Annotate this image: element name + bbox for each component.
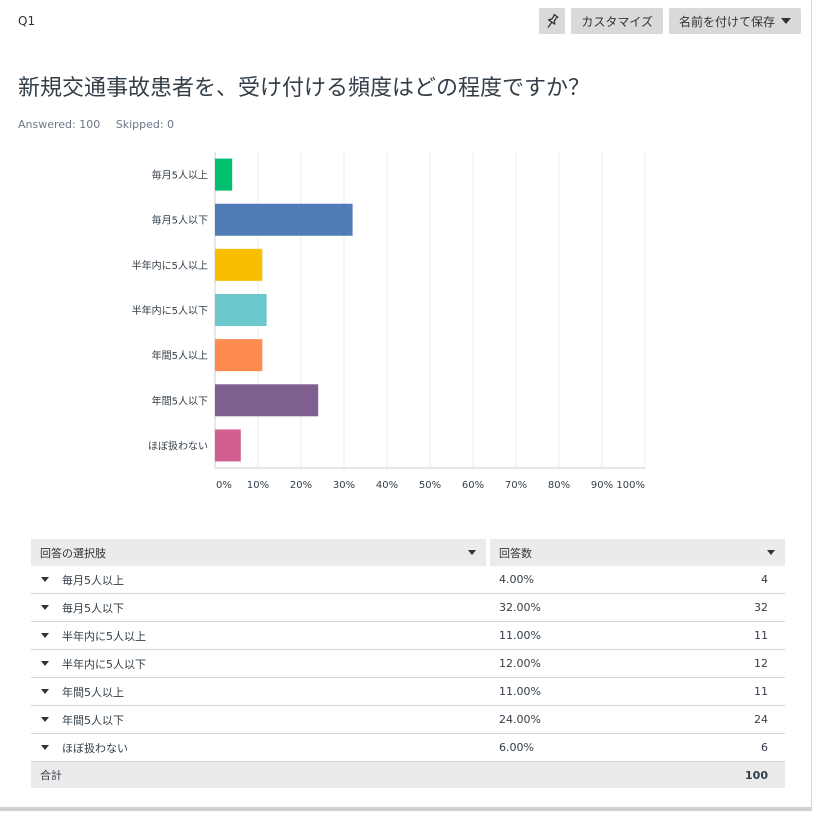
category-label: 半年内に5人以上 [132,259,208,272]
row-choice-label: 年間5人以下 [62,713,124,727]
row-count: 24 [754,713,768,726]
x-tick-label: 0% [216,480,232,491]
row-percent: 24.00% [499,713,541,726]
table-body: 毎月5人以上 4.00% 4 毎月5人以下 32.00% 32 半年内に5人以上 11.00%… [31,566,785,762]
row-choice-label: 毎月5人以下 [62,601,124,615]
response-table: 回答の選択肢 回答数 毎月5人以上 4.00% 4 毎月5人以下 32.00% 32 半年内… [31,539,785,788]
column-header-responses-label: 回答数 [499,546,532,560]
row-count: 4 [761,573,768,586]
category-label: 年間5人以上 [152,349,208,362]
expand-caret-icon[interactable] [41,689,49,694]
bar[interactable] [215,384,319,417]
expand-caret-icon[interactable] [41,633,49,638]
table-row: 半年内に5人以下 12.00% 12 [31,650,785,678]
sort-down-icon [767,550,775,555]
row-count: 11 [754,685,768,698]
chart-bars [215,158,353,462]
column-header-responses[interactable]: 回答数 [490,539,785,566]
save-as-button[interactable]: 名前を付けて保存 [668,8,801,34]
expand-caret-icon[interactable] [41,577,49,582]
x-tick-label: 50% [419,480,441,491]
category-label: 毎月5人以上 [152,169,208,182]
pin-icon [547,13,559,28]
row-percent: 11.00% [499,685,541,698]
table-row: 年間5人以下 24.00% 24 [31,706,785,734]
question-number: Q1 [18,14,36,28]
bar[interactable] [215,294,267,326]
chart-x-ticks: 0% 10% 20% 30% 40% 50% 60% 70% 80% 90% 100% [216,480,645,491]
chevron-down-icon [781,18,791,24]
table-row: 半年内に5人以上 11.00% 11 [31,622,785,650]
row-percent: 32.00% [499,601,541,614]
column-header-choice-label: 回答の選択肢 [40,546,106,560]
category-label: 毎月5人以下 [152,214,208,227]
table-row: 年間5人以上 11.00% 11 [31,678,785,706]
category-label: 半年内に5人以下 [132,304,208,317]
bar[interactable] [215,203,353,236]
x-tick-label: 80% [548,480,570,491]
row-choice: 半年内に5人以下 [31,656,490,672]
expand-caret-icon[interactable] [41,661,49,666]
row-percent: 12.00% [499,657,541,670]
row-choice-label: 毎月5人以上 [62,573,124,587]
row-choice-label: 半年内に5人以下 [62,657,146,671]
skipped-count: Skipped: 0 [115,118,175,131]
row-choice-label: ほぼ扱わない [62,741,128,755]
response-summary: Answered: 100 Skipped: 0 [18,118,174,131]
row-choice: 年間5人以下 [31,712,490,728]
row-count: 6 [761,741,768,754]
row-count: 32 [754,601,768,614]
x-tick-label: 30% [333,480,355,491]
row-choice-label: 半年内に5人以上 [62,629,146,643]
x-tick-label: 10% [247,480,269,491]
expand-caret-icon[interactable] [41,745,49,750]
x-tick-label: 90% [591,480,613,491]
x-tick-label: 70% [505,480,527,491]
category-label: ほぼ扱わない [148,440,208,452]
table-header: 回答の選択肢 回答数 [31,539,785,566]
row-count: 12 [754,657,768,670]
chart-grid [214,152,646,469]
table-total-row: 合計 100 [31,762,785,788]
customize-label: カスタマイズ [581,14,653,29]
pin-button[interactable] [539,8,566,34]
sort-down-icon [468,550,476,555]
table-row: ほぼ扱わない 6.00% 6 [31,734,785,762]
chart-category-labels: 毎月5人以上毎月5人以下半年内に5人以上半年内に5人以下年間5人以上年間5人以下… [132,169,208,453]
bar[interactable] [215,429,241,462]
row-choice: 毎月5人以下 [31,600,490,616]
toolbar: カスタマイズ 名前を付けて保存 [539,8,801,34]
row-choice: ほぼ扱わない [31,740,490,756]
table-row: 毎月5人以上 4.00% 4 [31,566,785,594]
bar-chart: 毎月5人以上毎月5人以下半年内に5人以上半年内に5人以下年間5人以上年間5人以下… [132,152,646,491]
expand-caret-icon[interactable] [41,717,49,722]
row-percent: 4.00% [499,573,534,586]
row-choice: 年間5人以上 [31,684,490,700]
x-tick-label: 100% [616,480,645,491]
total-label: 合計 [40,769,62,782]
x-tick-label: 20% [290,480,312,491]
row-choice-label: 年間5人以上 [62,685,124,699]
save-as-label: 名前を付けて保存 [678,14,775,29]
bar[interactable] [215,248,263,281]
row-percent: 11.00% [499,629,541,642]
row-count: 11 [754,629,768,642]
bar[interactable] [215,339,263,372]
row-choice: 毎月5人以上 [31,572,490,588]
category-label: 年間5人以下 [152,394,208,407]
bar[interactable] [215,158,233,191]
x-tick-label: 40% [376,480,398,491]
answered-count: Answered: 100 [18,118,101,131]
customize-button[interactable]: カスタマイズ [571,8,663,34]
table-row: 毎月5人以下 32.00% 32 [31,594,785,622]
question-title: 新規交通事故患者を、受け付ける頻度はどの程度ですか？ [18,76,591,101]
column-header-choice[interactable]: 回答の選択肢 [31,539,486,566]
total-value: 100 [745,768,768,782]
row-choice: 半年内に5人以上 [31,628,490,644]
x-tick-label: 60% [462,480,484,491]
expand-caret-icon[interactable] [41,605,49,610]
row-percent: 6.00% [499,741,534,754]
